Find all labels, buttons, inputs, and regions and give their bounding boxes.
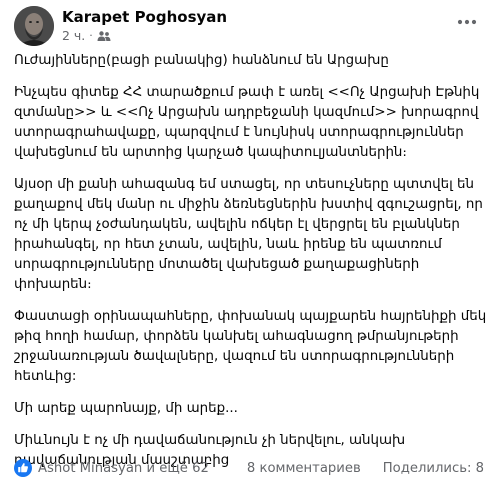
author-name[interactable]: Karapet Poghosyan (62, 8, 227, 26)
post-paragraph: Մի արեք պարոնայք, մի արեք... (14, 401, 238, 416)
reactions-text: Ashot Minasyan и ещё 62 (38, 460, 209, 476)
post-meta: 2 ч. · (62, 28, 111, 43)
reactions-summary[interactable]: Ashot Minasyan и ещё 62 (14, 459, 209, 477)
meta-separator: · (89, 29, 93, 42)
post-footer: Ashot Minasyan и ещё 62 8 комментариев П… (14, 459, 484, 481)
more-options-button[interactable] (454, 12, 480, 32)
facebook-post: Karapet Poghosyan 2 ч. · Ուժայինները(բաց (0, 0, 498, 496)
post-stats: 8 комментариев Поделились: 8 (247, 461, 484, 476)
post-timestamp[interactable]: 2 ч. (62, 28, 85, 43)
friends-icon[interactable] (97, 30, 111, 42)
comments-count-link[interactable]: 8 комментариев (247, 461, 361, 476)
post-paragraph: Ուժայինները(բացի բանակից) հանձնում են Ար… (14, 53, 389, 68)
post-body: Ուժայինները(բացի բանակից) հանձնում են Ար… (14, 51, 488, 483)
post-paragraph: Այսօր մի քանի ահազանգ եմ ստացել, որ տեսո… (14, 177, 483, 292)
more-dots-icon (457, 19, 477, 25)
avatar-image (14, 6, 54, 46)
like-icon (14, 459, 32, 477)
author-avatar[interactable] (14, 6, 54, 46)
post-paragraph: Ինչպես գիտեք ՀՀ տարածքում թափ է առել <<Ո… (14, 85, 480, 160)
shares-count-link[interactable]: Поделились: 8 (383, 461, 484, 476)
post-paragraph: Փաստացի օրինապահները, փոխանակ պայքարեն հ… (14, 309, 487, 384)
post-header: Karapet Poghosyan 2 ч. · (14, 6, 484, 46)
